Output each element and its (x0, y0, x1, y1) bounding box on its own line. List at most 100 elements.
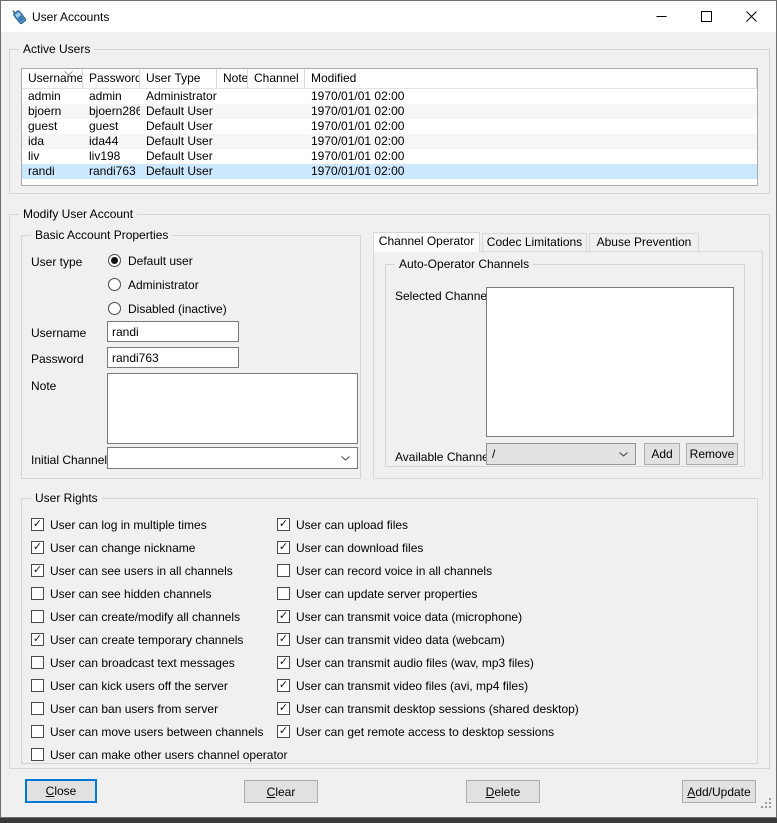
checkbox-user-can-transmit-voice-data-microphone[interactable]: ✓User can transmit voice data (microphon… (277, 609, 579, 624)
checkbox-user-can-record-voice-in-all-channels[interactable]: User can record voice in all channels (277, 563, 579, 578)
checkbox-user-can-create-temporary-channels[interactable]: ✓User can create temporary channels (31, 632, 287, 647)
basic-group-label: Basic Account Properties (31, 228, 172, 242)
table-cell: liv (22, 149, 83, 164)
column-header-note[interactable]: Note (217, 69, 248, 88)
column-header-username[interactable]: Username (22, 69, 83, 88)
tab-codec-limitations[interactable]: Codec Limitations (482, 233, 587, 252)
checkbox-user-can-make-other-users-channel-operator[interactable]: User can make other users channel operat… (31, 747, 287, 762)
table-cell (248, 164, 305, 179)
resize-grip[interactable] (761, 798, 771, 808)
checkbox-user-can-see-hidden-channels[interactable]: User can see hidden channels (31, 586, 287, 601)
checkbox-box-icon: ✓ (277, 679, 290, 692)
checkbox-user-can-move-users-between-channels[interactable]: User can move users between channels (31, 724, 287, 739)
radio-default-user[interactable]: Default user (108, 253, 227, 268)
table-cell (217, 164, 248, 179)
password-input[interactable] (107, 347, 239, 368)
username-input[interactable] (107, 321, 239, 342)
checkbox-box-icon: ✓ (277, 656, 290, 669)
initial-channel-combobox[interactable] (107, 447, 358, 469)
table-cell (217, 119, 248, 134)
table-row-bjoern[interactable]: bjoernbjoern286Default User1970/01/01 02… (22, 104, 757, 119)
checkbox-user-can-transmit-video-data-webcam[interactable]: ✓User can transmit video data (webcam) (277, 632, 579, 647)
tab-channel-operator[interactable]: Channel Operator (373, 232, 480, 252)
maximize-button[interactable] (684, 1, 729, 32)
minimize-button[interactable] (639, 1, 684, 32)
table-cell: Default User (140, 164, 217, 179)
delete-button[interactable]: Delete (466, 780, 540, 803)
table-cell: 1970/01/01 02:00 (305, 149, 757, 164)
add-update-button[interactable]: Add/Update (682, 780, 756, 803)
table-cell (217, 134, 248, 149)
close-button[interactable]: Close (25, 779, 97, 803)
checkbox-label: User can get remote access to desktop se… (296, 725, 554, 739)
checkbox-label: User can log in multiple times (50, 518, 207, 532)
table-cell: ida (22, 134, 83, 149)
checkbox-box-icon: ✓ (277, 518, 290, 531)
checkbox-label: User can transmit audio files (wav, mp3 … (296, 656, 534, 670)
available-channels-value: / (492, 447, 495, 461)
user-rights-group-label: User Rights (31, 491, 102, 505)
checkbox-user-can-transmit-audio-files-wav-mp3-files[interactable]: ✓ User can transmit audio files (wav, mp3… (277, 655, 579, 670)
table-cell: admin (22, 89, 83, 104)
remove-button[interactable]: Remove (686, 443, 738, 465)
table-row-guest[interactable]: guestguestDefault User1970/01/01 02:00 (22, 119, 757, 134)
user-accounts-window: User Accounts Active Users UsernamePassw… (0, 0, 777, 823)
checkbox-user-can-upload-files[interactable]: ✓ User can upload files (277, 517, 579, 532)
checkbox-user-can-broadcast-text-messages[interactable]: User can broadcast text messages (31, 655, 287, 670)
checkbox-user-can-kick-users-off-the-server[interactable]: User can kick users off the server (31, 678, 287, 693)
checkbox-label: User can change nickname (50, 541, 195, 555)
available-channels-combobox[interactable]: / (486, 443, 636, 465)
close-window-button[interactable] (729, 1, 774, 32)
checkbox-user-can-ban-users-from-server[interactable]: User can ban users from server (31, 701, 287, 716)
username-label: Username (31, 326, 86, 340)
checkbox-user-can-update-server-properties[interactable]: User can update server properties (277, 586, 579, 601)
table-row-ida[interactable]: idaida44Default User1970/01/01 02:00 (22, 134, 757, 149)
checkbox-user-can-download-files[interactable]: ✓User can download files (277, 540, 579, 555)
active-users-table[interactable]: UsernamePasswordUser TypeNoteChannelModi… (21, 68, 758, 186)
checkbox-label: User can upload files (296, 518, 408, 532)
checkbox-user-can-transmit-video-files-avi-mp4-files[interactable]: ✓ User can transmit video files (avi, mp4… (277, 678, 579, 693)
radio-circle-icon (108, 278, 121, 291)
selected-channels-listbox[interactable] (486, 287, 734, 437)
checkbox-box-icon: ✓ (277, 725, 290, 738)
radio-disabled-inactive[interactable]: Disabled (inactive) (108, 301, 227, 316)
checkbox-user-can-get-remote-access-to-desktop-sessions[interactable]: ✓ User can get remote access to desktop s… (277, 724, 579, 739)
checkbox-box-icon: ✓ (277, 633, 290, 646)
user-rights-left-column: ✓User can log in multiple times✓User can… (31, 517, 287, 762)
table-cell: guest (83, 119, 140, 134)
clear-button[interactable]: Clear (244, 780, 318, 803)
radio-administrator[interactable]: Administrator (108, 277, 227, 292)
table-cell: Default User (140, 119, 217, 134)
checkbox-label: User can transmit desktop sessions (shar… (296, 702, 579, 716)
title-bar[interactable]: User Accounts (1, 1, 776, 32)
checkbox-user-can-change-nickname[interactable]: ✓ User can change nickname (31, 540, 287, 555)
checkbox-label: User can transmit video files (avi, mp4 … (296, 679, 528, 693)
tab-abuse-prevention[interactable]: Abuse Prevention (589, 233, 699, 252)
checkbox-box-icon: ✓ (277, 610, 290, 623)
note-input[interactable] (107, 373, 358, 444)
checkbox-user-can-create-modify-all-channels[interactable]: User can create/modify all channels (31, 609, 287, 624)
column-header-modified[interactable]: Modified (305, 69, 757, 88)
table-row-admin[interactable]: adminadminAdministrator1970/01/01 02:00 (22, 89, 757, 104)
app-icon (10, 7, 29, 26)
add-button[interactable]: Add (644, 443, 680, 465)
checkbox-box-icon: ✓ (277, 541, 290, 554)
table-cell: 1970/01/01 02:00 (305, 104, 757, 119)
available-channels-label: Available Channels (395, 450, 498, 464)
checkbox-user-can-see-users-in-all-channels[interactable]: ✓User can see users in all channels (31, 563, 287, 578)
checkbox-box-icon (31, 679, 44, 692)
table-row-liv[interactable]: livliv198Default User1970/01/01 02:00 (22, 149, 757, 164)
column-header-channel[interactable]: Channel (248, 69, 305, 88)
column-header-password[interactable]: Password (83, 69, 140, 88)
selected-channels-label: Selected Channels (395, 289, 496, 303)
table-row-randi[interactable]: randirandi763Default User1970/01/01 02:0… (22, 164, 757, 179)
checkbox-label: User can see hidden channels (50, 587, 211, 601)
table-cell: guest (22, 119, 83, 134)
checkbox-user-can-log-in-multiple-times[interactable]: ✓ User can log in multiple times (31, 517, 287, 532)
column-header-user-type[interactable]: User Type (140, 69, 217, 88)
table-body: adminadminAdministrator1970/01/01 02:00b… (22, 89, 757, 179)
checkbox-label: User can record voice in all channels (296, 564, 492, 578)
checkbox-user-can-transmit-desktop-sessions-shared-desktop[interactable]: ✓User can transmit desktop sessions (sha… (277, 701, 579, 716)
checkbox-label: User can update server properties (296, 587, 477, 601)
table-cell: bjoern (22, 104, 83, 119)
